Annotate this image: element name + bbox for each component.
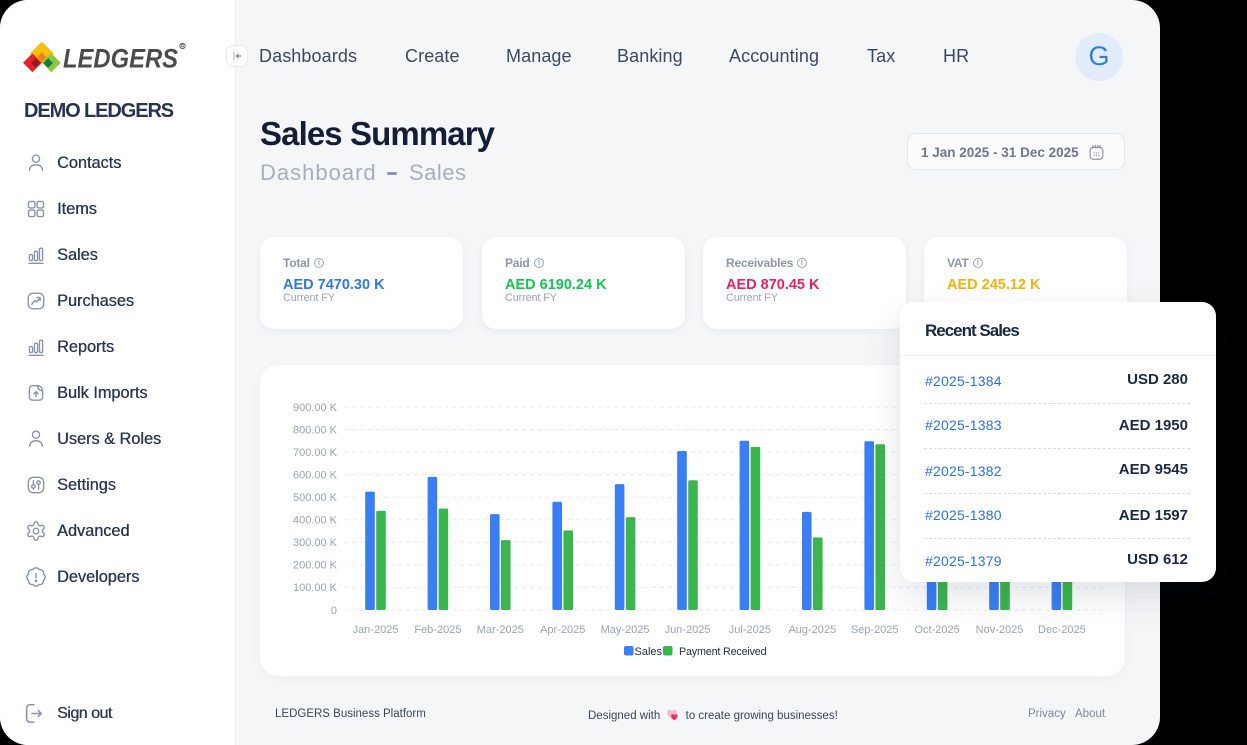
svg-text:Feb-2025: Feb-2025 bbox=[414, 624, 461, 636]
svg-text:400.00 K: 400.00 K bbox=[293, 515, 338, 527]
svg-text:Payment Received: Payment Received bbox=[679, 646, 767, 658]
svg-text:Sep-2025: Sep-2025 bbox=[851, 624, 899, 636]
svg-text:300.00 K: 300.00 K bbox=[293, 537, 338, 549]
svg-text:LEDGERS: LEDGERS bbox=[63, 44, 178, 74]
svg-text:Jul-2025: Jul-2025 bbox=[729, 624, 771, 636]
svg-text:600.00 K: 600.00 K bbox=[293, 469, 338, 481]
svg-text:Oct-2025: Oct-2025 bbox=[914, 624, 959, 636]
svg-text:Jan-2025: Jan-2025 bbox=[353, 624, 399, 636]
svg-text:800.00 K: 800.00 K bbox=[293, 424, 338, 436]
svg-text:Apr-2025: Apr-2025 bbox=[540, 624, 585, 636]
svg-text:Jun-2025: Jun-2025 bbox=[665, 624, 711, 636]
svg-text:100.00 K: 100.00 K bbox=[293, 582, 338, 594]
svg-text:Aug-2025: Aug-2025 bbox=[788, 624, 836, 636]
svg-text:Sales: Sales bbox=[635, 646, 663, 658]
svg-text:900.00 K: 900.00 K bbox=[293, 402, 338, 414]
svg-text:700.00 K: 700.00 K bbox=[293, 447, 338, 459]
svg-text:Dec-2025: Dec-2025 bbox=[1038, 624, 1086, 636]
svg-text:Nov-2025: Nov-2025 bbox=[976, 624, 1024, 636]
svg-text:0: 0 bbox=[331, 605, 337, 617]
svg-text:May-2025: May-2025 bbox=[601, 624, 650, 636]
svg-text:Mar-2025: Mar-2025 bbox=[477, 624, 524, 636]
svg-text:500.00 K: 500.00 K bbox=[293, 492, 338, 504]
svg-text:200.00 K: 200.00 K bbox=[293, 560, 338, 572]
